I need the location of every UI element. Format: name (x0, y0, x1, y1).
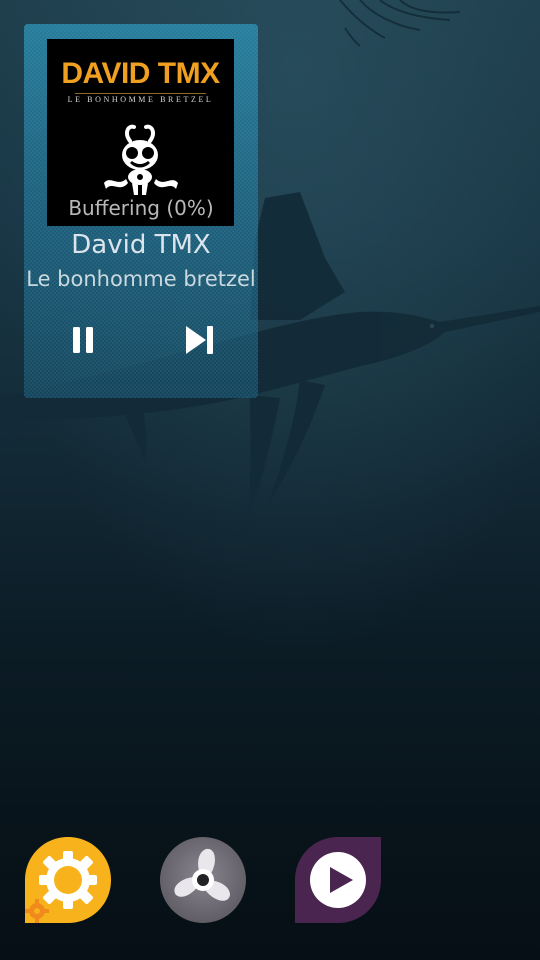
album-art-title: DAVID TMX (61, 57, 220, 90)
media-app-icon[interactable] (295, 837, 381, 923)
media-player-cover[interactable]: DAVID TMX LE BONHOMME BRETZEL Buffering … (24, 24, 258, 398)
pause-icon (73, 327, 93, 353)
pause-button[interactable] (61, 318, 105, 362)
album-art-subtitle: LE BONHOMME BRETZEL (67, 95, 214, 104)
next-track-button[interactable] (178, 318, 222, 362)
pretzel-creature-logo (104, 124, 178, 195)
album-art-rule (75, 93, 206, 94)
buffering-status: Buffering (0%) (68, 196, 214, 220)
track-album: Le bonhomme bretzel (26, 267, 256, 291)
propeller-fan-icon (160, 837, 246, 923)
track-artist: David TMX (71, 230, 211, 260)
fan-app-icon[interactable] (160, 837, 246, 923)
media-play-icon (295, 837, 381, 923)
settings-gear-icon (25, 837, 111, 923)
settings-app-icon[interactable] (25, 837, 111, 923)
home-screen: DAVID TMX LE BONHOMME BRETZEL Buffering … (0, 0, 540, 960)
skip-next-icon (186, 326, 213, 354)
